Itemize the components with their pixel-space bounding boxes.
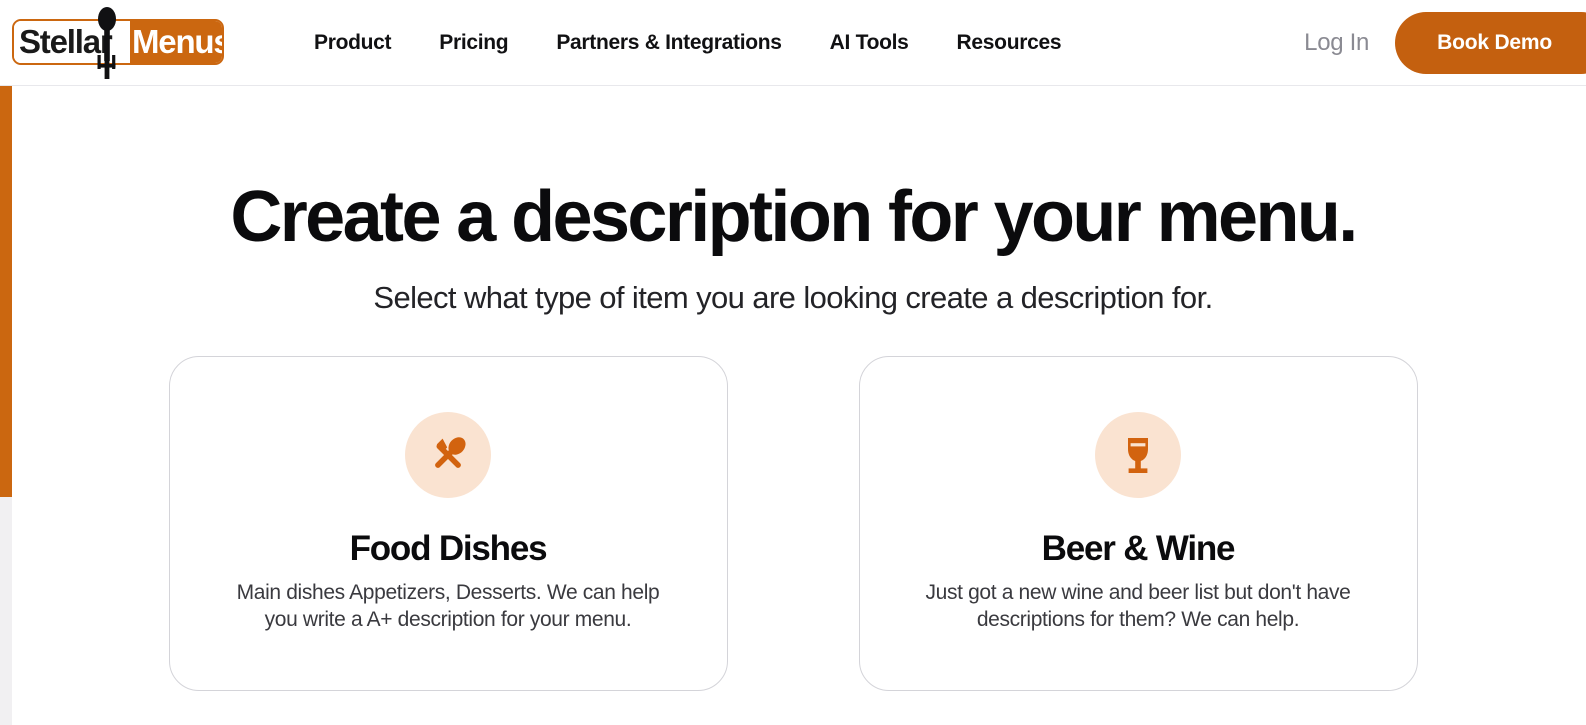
card-title: Beer & Wine — [1042, 529, 1235, 569]
log-in-link[interactable]: Log In — [1304, 29, 1369, 57]
left-edge-accent-stripe — [0, 86, 12, 497]
nav-item-product[interactable]: Product — [290, 31, 415, 55]
card-description: Just got a new wine and beer list but do… — [923, 579, 1353, 634]
card-icon-background — [405, 412, 491, 498]
book-demo-button[interactable]: Book Demo — [1395, 12, 1586, 74]
main-navigation: Product Pricing Partners & Integrations … — [290, 31, 1085, 55]
card-title: Food Dishes — [350, 529, 547, 569]
crossed-spoon-knife-icon — [424, 431, 472, 479]
main-content: Create a description for your menu. Sele… — [0, 86, 1586, 691]
logo-text-stellar: Stellar — [14, 21, 130, 63]
site-header: Stellar Menus Product Pricing Partners &… — [0, 0, 1586, 86]
left-edge-gray-stripe — [0, 497, 12, 725]
nav-item-partners-integrations[interactable]: Partners & Integrations — [532, 31, 805, 55]
logo-plate: Stellar Menus — [12, 19, 224, 65]
header-actions: Log In Book Demo — [1304, 0, 1586, 86]
page-title: Create a description for your menu. — [0, 180, 1586, 256]
card-food-dishes[interactable]: Food Dishes Main dishes Appetizers, Dess… — [169, 356, 728, 691]
nav-item-ai-tools[interactable]: AI Tools — [806, 31, 933, 55]
page-subtitle: Select what type of item you are looking… — [0, 280, 1586, 316]
wine-glass-icon — [1114, 431, 1162, 479]
item-type-card-list: Food Dishes Main dishes Appetizers, Dess… — [0, 356, 1586, 691]
nav-item-pricing[interactable]: Pricing — [415, 31, 532, 55]
card-beer-wine[interactable]: Beer & Wine Just got a new wine and beer… — [859, 356, 1418, 691]
nav-item-resources[interactable]: Resources — [933, 31, 1086, 55]
logo-text-menus: Menus — [130, 21, 224, 63]
card-icon-background — [1095, 412, 1181, 498]
card-description: Main dishes Appetizers, Desserts. We can… — [233, 579, 663, 634]
logo[interactable]: Stellar Menus — [12, 7, 224, 79]
